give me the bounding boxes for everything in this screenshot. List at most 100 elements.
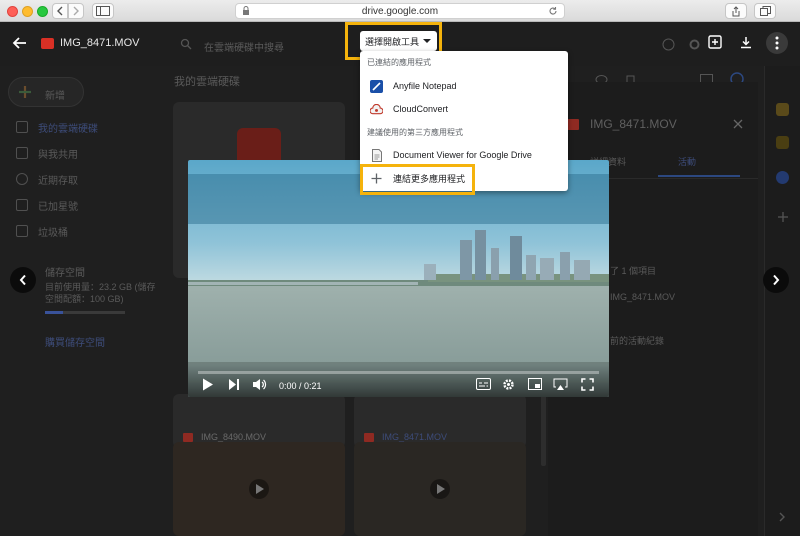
- file-card[interactable]: IMG_8471.MOV: [354, 394, 526, 448]
- play-overlay-icon: [249, 479, 269, 499]
- settings-icon[interactable]: [688, 38, 701, 51]
- chevron-right-icon: [73, 6, 79, 16]
- sidebar-toggle-button[interactable]: [92, 3, 114, 19]
- viewer-filename: IMG_8471.MOV: [60, 37, 140, 49]
- menu-item-document-viewer[interactable]: Document Viewer for Google Drive: [360, 144, 568, 166]
- sidebar-item-shared[interactable]: 與我共用: [16, 145, 78, 161]
- sidebar-item-label: 與我共用: [38, 149, 78, 161]
- sidebar-item-label: 垃圾桶: [38, 227, 68, 239]
- storage-label: 儲存空間: [45, 268, 85, 279]
- video-controls: 0:00 / 0:21: [188, 365, 609, 397]
- clock-icon: [16, 173, 28, 185]
- window-close-button[interactable]: [7, 6, 18, 17]
- activity-line: 了 1 個項目: [610, 266, 657, 276]
- skip-next-icon[interactable]: [228, 378, 240, 391]
- video-file-icon: [41, 38, 54, 49]
- airplay-icon[interactable]: [553, 378, 568, 391]
- share-button[interactable]: [725, 3, 747, 19]
- sidebar-item-trash[interactable]: 垃圾桶: [16, 223, 68, 239]
- activity-history: 前的活動紀錄: [610, 336, 665, 346]
- storage-progress-fill: [45, 311, 64, 314]
- new-button[interactable]: 新增: [8, 77, 84, 107]
- new-button-label: 新增: [45, 91, 65, 102]
- lock-icon: [243, 6, 249, 15]
- window-minimize-button[interactable]: [22, 6, 33, 17]
- video-frame: [188, 160, 609, 397]
- add-to-drive-icon[interactable]: [708, 35, 722, 49]
- plus-icon: [19, 86, 31, 98]
- play-overlay-icon: [430, 479, 450, 499]
- buy-storage-link[interactable]: 購買儲存空間: [45, 334, 105, 349]
- browser-back-button[interactable]: [52, 3, 68, 19]
- trash-icon: [16, 225, 28, 237]
- sidebar-item-label: 近期存取: [38, 175, 78, 187]
- activity-file: IMG_8471.MOV: [610, 292, 676, 302]
- storage-progress-bar: [45, 311, 125, 314]
- more-options-button[interactable]: [766, 32, 788, 54]
- video-player[interactable]: 0:00 / 0:21: [188, 160, 609, 397]
- side-panel-rail: [764, 66, 800, 536]
- sidebar-item-recent[interactable]: 近期存取: [16, 171, 78, 187]
- file-thumbnail[interactable]: [354, 442, 526, 536]
- browser-forward-button[interactable]: [68, 3, 84, 19]
- keep-icon[interactable]: [776, 103, 789, 116]
- menu-item-cloudconvert[interactable]: CloudConvert: [360, 98, 568, 120]
- document-viewer-icon: [370, 148, 383, 162]
- menu-item-label: Anyfile Notepad: [393, 81, 457, 91]
- window-maximize-button[interactable]: [37, 6, 48, 17]
- cloudconvert-icon: [370, 103, 383, 116]
- address-bar[interactable]: drive.google.com: [235, 3, 565, 19]
- reload-icon[interactable]: [548, 6, 558, 16]
- app-window: { "browser": { "url": "drive.google.com"…: [0, 0, 800, 536]
- browser-toolbar: drive.google.com: [0, 0, 800, 22]
- more-vert-icon: [775, 36, 779, 50]
- download-icon[interactable]: [740, 36, 752, 49]
- menu-item-anyfile-notepad[interactable]: Anyfile Notepad: [360, 75, 568, 97]
- volume-icon[interactable]: [252, 378, 268, 391]
- video-time: 0:00 / 0:21: [279, 381, 322, 391]
- settings-icon[interactable]: [502, 378, 515, 391]
- file-card[interactable]: IMG_8490.MOV: [173, 394, 345, 448]
- menu-item-label: CloudConvert: [393, 104, 449, 114]
- video-progress-bar[interactable]: [198, 371, 599, 374]
- share-icon: [732, 5, 740, 16]
- miniplayer-icon[interactable]: [528, 378, 542, 390]
- sidebar-item-starred[interactable]: 已加星號: [16, 197, 78, 213]
- file-name: IMG_8471.MOV: [382, 432, 448, 442]
- chevron-right-icon: [773, 274, 780, 286]
- people-icon: [16, 147, 28, 159]
- video-file-icon: [364, 432, 374, 442]
- tabs-icon: [759, 6, 771, 16]
- chevron-left-icon: [19, 274, 26, 286]
- video-file-icon: [183, 432, 193, 442]
- file-label: IMG_8471.MOV: [364, 432, 447, 442]
- previous-file-button[interactable]: [10, 267, 36, 293]
- drive-icon: [16, 121, 28, 133]
- sidebar-item-my-drive[interactable]: 我的雲端硬碟: [16, 119, 98, 135]
- search-icon: [180, 38, 192, 50]
- tab-activity[interactable]: 活動: [678, 155, 696, 168]
- file-thumbnail[interactable]: [173, 442, 345, 536]
- file-label: IMG_8490.MOV: [183, 432, 266, 442]
- tab-overview-button[interactable]: [754, 3, 776, 19]
- star-icon: [16, 199, 28, 211]
- chevron-right-icon[interactable]: [778, 512, 786, 522]
- arrow-back-icon[interactable]: [12, 35, 28, 51]
- add-icon[interactable]: [777, 211, 789, 223]
- next-file-button[interactable]: [763, 267, 789, 293]
- search-placeholder: 在雲端硬碟中搜尋: [204, 43, 284, 54]
- anyfile-notepad-icon: [370, 79, 383, 93]
- url-text: drive.google.com: [361, 5, 439, 17]
- my-drive-header[interactable]: 我的雲端硬碟: [174, 73, 240, 89]
- help-icon[interactable]: [662, 38, 675, 51]
- close-icon[interactable]: [733, 119, 743, 129]
- sidebar-item-label: 已加星號: [38, 201, 78, 213]
- captions-icon[interactable]: [476, 378, 491, 390]
- video-file-icon: [567, 119, 579, 130]
- calendar-icon[interactable]: [776, 136, 789, 149]
- sidebar-icon: [96, 6, 110, 16]
- play-icon[interactable]: [202, 378, 214, 391]
- sidebar-item-label: 我的雲端硬碟: [38, 123, 98, 135]
- tasks-icon[interactable]: [776, 171, 789, 184]
- fullscreen-icon[interactable]: [581, 378, 594, 391]
